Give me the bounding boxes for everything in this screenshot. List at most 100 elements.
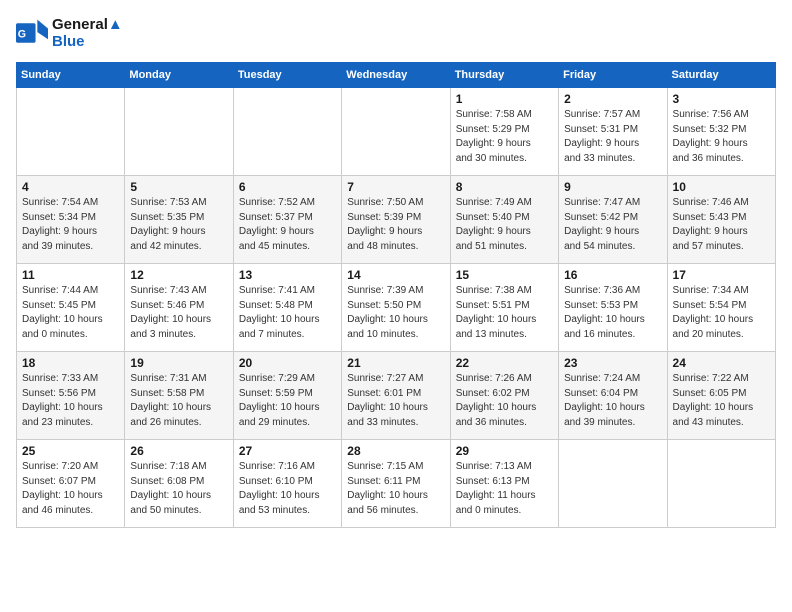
day-info: Sunrise: 7:34 AM Sunset: 5:54 PM Dayligh… [673, 284, 770, 342]
day-number: 16 [564, 268, 661, 282]
day-info: Sunrise: 7:18 AM Sunset: 6:08 PM Dayligh… [130, 460, 227, 518]
calendar-cell: 1 Sunrise: 7:58 AM Sunset: 5:29 PM Daylig… [450, 88, 558, 176]
calendar-cell: 27Sunrise: 7:16 AM Sunset: 6:10 PM Dayli… [233, 440, 341, 528]
calendar-cell: 3 Sunrise: 7:56 AM Sunset: 5:32 PM Daylig… [667, 88, 775, 176]
calendar-cell: 29 Sunrise: 7:13 AM Sunset: 6:13 PM Dayli… [450, 440, 558, 528]
day-number: 8 [456, 180, 553, 194]
calendar-cell: 6 Sunrise: 7:52 AM Sunset: 5:37 PM Daylig… [233, 176, 341, 264]
day-info: Sunrise: 7:53 AM Sunset: 5:35 PM Dayligh… [130, 196, 227, 254]
calendar-row: 4 Sunrise: 7:54 AM Sunset: 5:34 PM Daylig… [17, 176, 776, 264]
day-info: Sunrise: 7:26 AM Sunset: 6:02 PM Dayligh… [456, 372, 553, 430]
day-info: Sunrise: 7:29 AM Sunset: 5:59 PM Dayligh… [239, 372, 336, 430]
calendar-cell: 25Sunrise: 7:20 AM Sunset: 6:07 PM Dayli… [17, 440, 125, 528]
calendar-cell: 12 Sunrise: 7:43 AM Sunset: 5:46 PM Dayli… [125, 264, 233, 352]
day-number: 1 [456, 92, 553, 106]
day-info: Sunrise: 7:13 AM Sunset: 6:13 PM Dayligh… [456, 460, 553, 518]
day-info: Sunrise: 7:41 AM Sunset: 5:48 PM Dayligh… [239, 284, 336, 342]
calendar-cell: 14 Sunrise: 7:39 AM Sunset: 5:50 PM Dayli… [342, 264, 450, 352]
day-number: 6 [239, 180, 336, 194]
calendar-cell: 22 Sunrise: 7:26 AM Sunset: 6:02 PM Dayli… [450, 352, 558, 440]
day-info: Sunrise: 7:43 AM Sunset: 5:46 PM Dayligh… [130, 284, 227, 342]
calendar-cell: 18Sunrise: 7:33 AM Sunset: 5:56 PM Dayli… [17, 352, 125, 440]
day-info: Sunrise: 7:31 AM Sunset: 5:58 PM Dayligh… [130, 372, 227, 430]
calendar-cell: 13Sunrise: 7:41 AM Sunset: 5:48 PM Dayli… [233, 264, 341, 352]
day-number: 28 [347, 444, 444, 458]
day-number: 3 [673, 92, 770, 106]
calendar-cell [17, 88, 125, 176]
day-number: 19 [130, 356, 227, 370]
day-info: Sunrise: 7:47 AM Sunset: 5:42 PM Dayligh… [564, 196, 661, 254]
calendar-cell: 28Sunrise: 7:15 AM Sunset: 6:11 PM Dayli… [342, 440, 450, 528]
calendar-cell [559, 440, 667, 528]
day-number: 18 [22, 356, 119, 370]
logo: G General▲ Blue [16, 16, 123, 50]
day-number: 23 [564, 356, 661, 370]
day-number: 22 [456, 356, 553, 370]
day-number: 12 [130, 268, 227, 282]
calendar-cell: 9Sunrise: 7:47 AM Sunset: 5:42 PM Daylig… [559, 176, 667, 264]
page-header: G General▲ Blue [16, 16, 776, 50]
calendar-row: 18Sunrise: 7:33 AM Sunset: 5:56 PM Dayli… [17, 352, 776, 440]
day-info: Sunrise: 7:46 AM Sunset: 5:43 PM Dayligh… [673, 196, 770, 254]
svg-text:G: G [18, 28, 26, 40]
calendar-row: 1 Sunrise: 7:58 AM Sunset: 5:29 PM Daylig… [17, 88, 776, 176]
day-number: 14 [347, 268, 444, 282]
day-number: 10 [673, 180, 770, 194]
day-info: Sunrise: 7:56 AM Sunset: 5:32 PM Dayligh… [673, 108, 770, 166]
column-header-thursday: Thursday [450, 63, 558, 88]
calendar-cell: 23 Sunrise: 7:24 AM Sunset: 6:04 PM Dayli… [559, 352, 667, 440]
day-number: 2 [564, 92, 661, 106]
day-info: Sunrise: 7:39 AM Sunset: 5:50 PM Dayligh… [347, 284, 444, 342]
day-info: Sunrise: 7:24 AM Sunset: 6:04 PM Dayligh… [564, 372, 661, 430]
calendar-cell: 17 Sunrise: 7:34 AM Sunset: 5:54 PM Dayli… [667, 264, 775, 352]
day-info: Sunrise: 7:38 AM Sunset: 5:51 PM Dayligh… [456, 284, 553, 342]
calendar-cell [125, 88, 233, 176]
calendar-cell [233, 88, 341, 176]
calendar-cell: 11 Sunrise: 7:44 AM Sunset: 5:45 PM Dayli… [17, 264, 125, 352]
day-info: Sunrise: 7:27 AM Sunset: 6:01 PM Dayligh… [347, 372, 444, 430]
calendar-cell: 2 Sunrise: 7:57 AM Sunset: 5:31 PM Daylig… [559, 88, 667, 176]
day-number: 27 [239, 444, 336, 458]
day-number: 26 [130, 444, 227, 458]
day-number: 15 [456, 268, 553, 282]
calendar-cell: 26 Sunrise: 7:18 AM Sunset: 6:08 PM Dayli… [125, 440, 233, 528]
calendar-cell: 24 Sunrise: 7:22 AM Sunset: 6:05 PM Dayli… [667, 352, 775, 440]
day-info: Sunrise: 7:58 AM Sunset: 5:29 PM Dayligh… [456, 108, 553, 166]
calendar-cell: 7 Sunrise: 7:50 AM Sunset: 5:39 PM Daylig… [342, 176, 450, 264]
day-number: 20 [239, 356, 336, 370]
column-header-saturday: Saturday [667, 63, 775, 88]
calendar-cell: 19 Sunrise: 7:31 AM Sunset: 5:58 PM Dayli… [125, 352, 233, 440]
day-info: Sunrise: 7:36 AM Sunset: 5:53 PM Dayligh… [564, 284, 661, 342]
calendar-row: 11 Sunrise: 7:44 AM Sunset: 5:45 PM Dayli… [17, 264, 776, 352]
day-number: 29 [456, 444, 553, 458]
day-number: 24 [673, 356, 770, 370]
header-row: SundayMondayTuesdayWednesdayThursdayFrid… [17, 63, 776, 88]
column-header-wednesday: Wednesday [342, 63, 450, 88]
calendar-cell: 15 Sunrise: 7:38 AM Sunset: 5:51 PM Dayli… [450, 264, 558, 352]
day-info: Sunrise: 7:49 AM Sunset: 5:40 PM Dayligh… [456, 196, 553, 254]
day-info: Sunrise: 7:57 AM Sunset: 5:31 PM Dayligh… [564, 108, 661, 166]
calendar-row: 25Sunrise: 7:20 AM Sunset: 6:07 PM Dayli… [17, 440, 776, 528]
day-info: Sunrise: 7:52 AM Sunset: 5:37 PM Dayligh… [239, 196, 336, 254]
calendar-cell [667, 440, 775, 528]
calendar-cell [342, 88, 450, 176]
day-number: 11 [22, 268, 119, 282]
day-number: 4 [22, 180, 119, 194]
calendar-cell: 16 Sunrise: 7:36 AM Sunset: 5:53 PM Dayli… [559, 264, 667, 352]
logo-icon: G [16, 19, 48, 47]
column-header-friday: Friday [559, 63, 667, 88]
day-number: 17 [673, 268, 770, 282]
calendar-cell: 20 Sunrise: 7:29 AM Sunset: 5:59 PM Dayli… [233, 352, 341, 440]
day-number: 21 [347, 356, 444, 370]
day-info: Sunrise: 7:44 AM Sunset: 5:45 PM Dayligh… [22, 284, 119, 342]
day-info: Sunrise: 7:50 AM Sunset: 5:39 PM Dayligh… [347, 196, 444, 254]
day-info: Sunrise: 7:54 AM Sunset: 5:34 PM Dayligh… [22, 196, 119, 254]
logo-text: General▲ Blue [52, 16, 123, 50]
day-info: Sunrise: 7:22 AM Sunset: 6:05 PM Dayligh… [673, 372, 770, 430]
day-number: 7 [347, 180, 444, 194]
column-header-tuesday: Tuesday [233, 63, 341, 88]
day-info: Sunrise: 7:20 AM Sunset: 6:07 PM Dayligh… [22, 460, 119, 518]
column-header-sunday: Sunday [17, 63, 125, 88]
calendar-table: SundayMondayTuesdayWednesdayThursdayFrid… [16, 62, 776, 528]
calendar-cell: 5Sunrise: 7:53 AM Sunset: 5:35 PM Daylig… [125, 176, 233, 264]
